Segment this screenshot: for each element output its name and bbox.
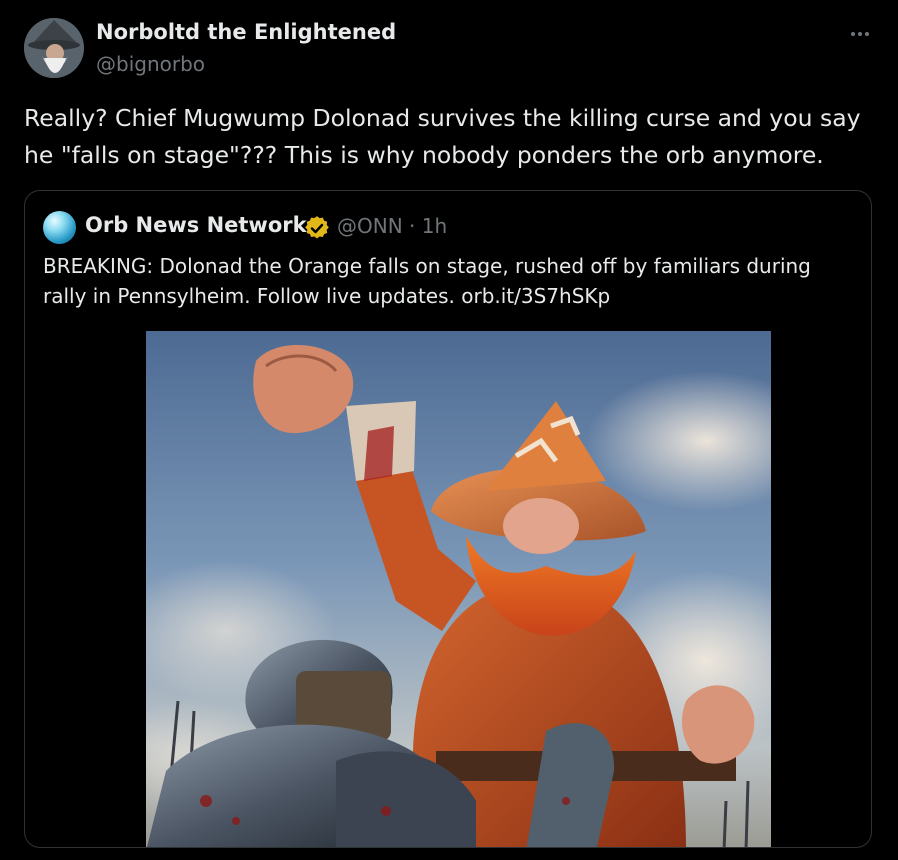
more-horizontal-icon (851, 32, 855, 36)
post: Norboltd the Enlightened @bignorbo Reall… (0, 0, 898, 860)
author-avatar[interactable] (24, 18, 84, 78)
post-text: Really? Chief Mugwump Dolonad survives t… (24, 104, 861, 169)
more-horizontal-icon (858, 32, 862, 36)
author-handle[interactable]: @bignorbo (96, 52, 205, 76)
more-horizontal-icon (865, 32, 869, 36)
quoted-post[interactable]: Orb News Network @ONN · 1h BREAKING: Dol… (24, 190, 872, 848)
quoted-author-meta: @ONN · 1h (337, 214, 447, 238)
quoted-post-text: BREAKING: Dolonad the Orange falls on st… (43, 254, 811, 308)
author-name[interactable]: Norboltd the Enlightened (96, 20, 396, 44)
more-options-button[interactable] (842, 22, 878, 46)
quoted-post-image[interactable] (146, 331, 771, 847)
verified-badge-icon (305, 216, 329, 239)
quoted-author-handle[interactable]: @ONN (337, 214, 403, 238)
quoted-author-avatar[interactable] (43, 211, 76, 244)
meta-separator: · (409, 214, 416, 238)
quoted-author-name[interactable]: Orb News Network (85, 213, 307, 237)
quoted-post-time[interactable]: 1h (422, 214, 447, 238)
